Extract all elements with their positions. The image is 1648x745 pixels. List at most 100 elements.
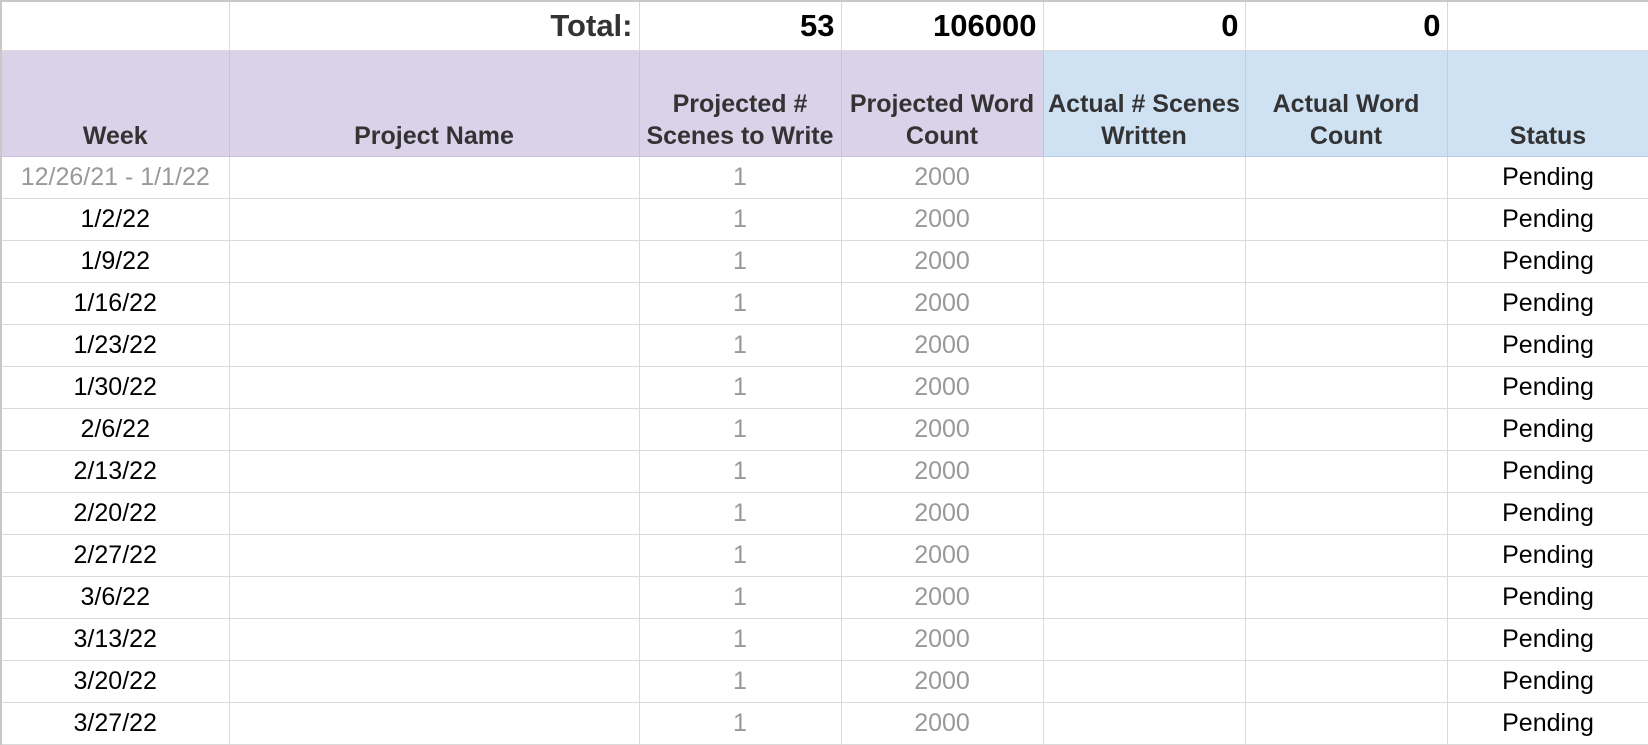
week-cell[interactable]: 3/27/22	[0, 701, 230, 745]
actual-scenes-cell[interactable]	[1042, 197, 1246, 241]
projected-words-cell[interactable]: 2000	[840, 407, 1044, 451]
actual-scenes-cell[interactable]	[1042, 155, 1246, 199]
total-projected-scenes[interactable]: 53	[638, 0, 842, 51]
projected-words-cell[interactable]: 2000	[840, 197, 1044, 241]
header-project-name[interactable]: Project Name	[228, 49, 640, 157]
project-name-cell[interactable]	[228, 197, 640, 241]
project-name-cell[interactable]	[228, 407, 640, 451]
header-projected-words[interactable]: Projected Word Count	[840, 49, 1044, 157]
project-name-cell[interactable]	[228, 701, 640, 745]
week-cell[interactable]: 2/27/22	[0, 533, 230, 577]
actual-words-cell[interactable]	[1244, 575, 1448, 619]
projected-scenes-cell[interactable]: 1	[638, 491, 842, 535]
actual-scenes-cell[interactable]	[1042, 701, 1246, 745]
status-cell[interactable]: Pending	[1446, 491, 1648, 535]
project-name-cell[interactable]	[228, 659, 640, 703]
week-cell[interactable]: 12/26/21 - 1/1/22	[0, 155, 230, 199]
week-cell[interactable]: 3/13/22	[0, 617, 230, 661]
week-cell[interactable]: 1/9/22	[0, 239, 230, 283]
week-cell[interactable]: 1/23/22	[0, 323, 230, 367]
status-cell[interactable]: Pending	[1446, 659, 1648, 703]
totals-label[interactable]: Total:	[228, 0, 640, 51]
projected-words-cell[interactable]: 2000	[840, 155, 1044, 199]
projected-words-cell[interactable]: 2000	[840, 491, 1044, 535]
header-week[interactable]: Week	[0, 49, 230, 157]
week-cell[interactable]: 2/13/22	[0, 449, 230, 493]
projected-words-cell[interactable]: 2000	[840, 533, 1044, 577]
actual-scenes-cell[interactable]	[1042, 491, 1246, 535]
actual-words-cell[interactable]	[1244, 155, 1448, 199]
status-cell[interactable]: Pending	[1446, 365, 1648, 409]
actual-words-cell[interactable]	[1244, 407, 1448, 451]
projected-scenes-cell[interactable]: 1	[638, 575, 842, 619]
actual-words-cell[interactable]	[1244, 239, 1448, 283]
projected-scenes-cell[interactable]: 1	[638, 617, 842, 661]
actual-scenes-cell[interactable]	[1042, 281, 1246, 325]
actual-words-cell[interactable]	[1244, 323, 1448, 367]
actual-scenes-cell[interactable]	[1042, 617, 1246, 661]
week-cell[interactable]: 1/30/22	[0, 365, 230, 409]
project-name-cell[interactable]	[228, 323, 640, 367]
status-cell[interactable]: Pending	[1446, 197, 1648, 241]
projected-scenes-cell[interactable]: 1	[638, 407, 842, 451]
project-name-cell[interactable]	[228, 155, 640, 199]
projected-words-cell[interactable]: 2000	[840, 323, 1044, 367]
status-cell[interactable]: Pending	[1446, 281, 1648, 325]
project-name-cell[interactable]	[228, 281, 640, 325]
projected-scenes-cell[interactable]: 1	[638, 281, 842, 325]
projected-words-cell[interactable]: 2000	[840, 449, 1044, 493]
projected-scenes-cell[interactable]: 1	[638, 323, 842, 367]
actual-words-cell[interactable]	[1244, 533, 1448, 577]
actual-scenes-cell[interactable]	[1042, 449, 1246, 493]
projected-words-cell[interactable]: 2000	[840, 701, 1044, 745]
projected-scenes-cell[interactable]: 1	[638, 365, 842, 409]
projected-scenes-cell[interactable]: 1	[638, 239, 842, 283]
actual-words-cell[interactable]	[1244, 365, 1448, 409]
project-name-cell[interactable]	[228, 617, 640, 661]
week-cell[interactable]: 2/20/22	[0, 491, 230, 535]
actual-words-cell[interactable]	[1244, 281, 1448, 325]
projected-scenes-cell[interactable]: 1	[638, 533, 842, 577]
total-projected-words[interactable]: 106000	[840, 0, 1044, 51]
actual-scenes-cell[interactable]	[1042, 575, 1246, 619]
actual-words-cell[interactable]	[1244, 491, 1448, 535]
project-name-cell[interactable]	[228, 533, 640, 577]
actual-scenes-cell[interactable]	[1042, 407, 1246, 451]
projected-scenes-cell[interactable]: 1	[638, 659, 842, 703]
header-actual-words[interactable]: Actual Word Count	[1244, 49, 1448, 157]
actual-scenes-cell[interactable]	[1042, 533, 1246, 577]
status-cell[interactable]: Pending	[1446, 575, 1648, 619]
status-cell[interactable]: Pending	[1446, 617, 1648, 661]
project-name-cell[interactable]	[228, 239, 640, 283]
week-cell[interactable]: 3/20/22	[0, 659, 230, 703]
projected-words-cell[interactable]: 2000	[840, 659, 1044, 703]
actual-words-cell[interactable]	[1244, 197, 1448, 241]
status-cell[interactable]: Pending	[1446, 701, 1648, 745]
week-cell[interactable]: 2/6/22	[0, 407, 230, 451]
header-actual-scenes[interactable]: Actual # Scenes Written	[1042, 49, 1246, 157]
status-cell[interactable]: Pending	[1446, 533, 1648, 577]
projected-scenes-cell[interactable]: 1	[638, 155, 842, 199]
projected-words-cell[interactable]: 2000	[840, 365, 1044, 409]
status-cell[interactable]: Pending	[1446, 239, 1648, 283]
projected-words-cell[interactable]: 2000	[840, 575, 1044, 619]
projected-words-cell[interactable]: 2000	[840, 281, 1044, 325]
totals-blank-cell[interactable]	[0, 0, 230, 51]
week-cell[interactable]: 1/16/22	[0, 281, 230, 325]
projected-scenes-cell[interactable]: 1	[638, 197, 842, 241]
header-projected-scenes[interactable]: Projected # Scenes to Write	[638, 49, 842, 157]
actual-scenes-cell[interactable]	[1042, 323, 1246, 367]
project-name-cell[interactable]	[228, 575, 640, 619]
projected-scenes-cell[interactable]: 1	[638, 701, 842, 745]
projected-words-cell[interactable]: 2000	[840, 617, 1044, 661]
actual-scenes-cell[interactable]	[1042, 239, 1246, 283]
total-actual-scenes[interactable]: 0	[1042, 0, 1246, 51]
header-status[interactable]: Status	[1446, 49, 1648, 157]
project-name-cell[interactable]	[228, 491, 640, 535]
status-cell[interactable]: Pending	[1446, 449, 1648, 493]
totals-status-blank-cell[interactable]	[1446, 0, 1648, 51]
project-name-cell[interactable]	[228, 449, 640, 493]
actual-words-cell[interactable]	[1244, 449, 1448, 493]
week-cell[interactable]: 3/6/22	[0, 575, 230, 619]
actual-words-cell[interactable]	[1244, 659, 1448, 703]
